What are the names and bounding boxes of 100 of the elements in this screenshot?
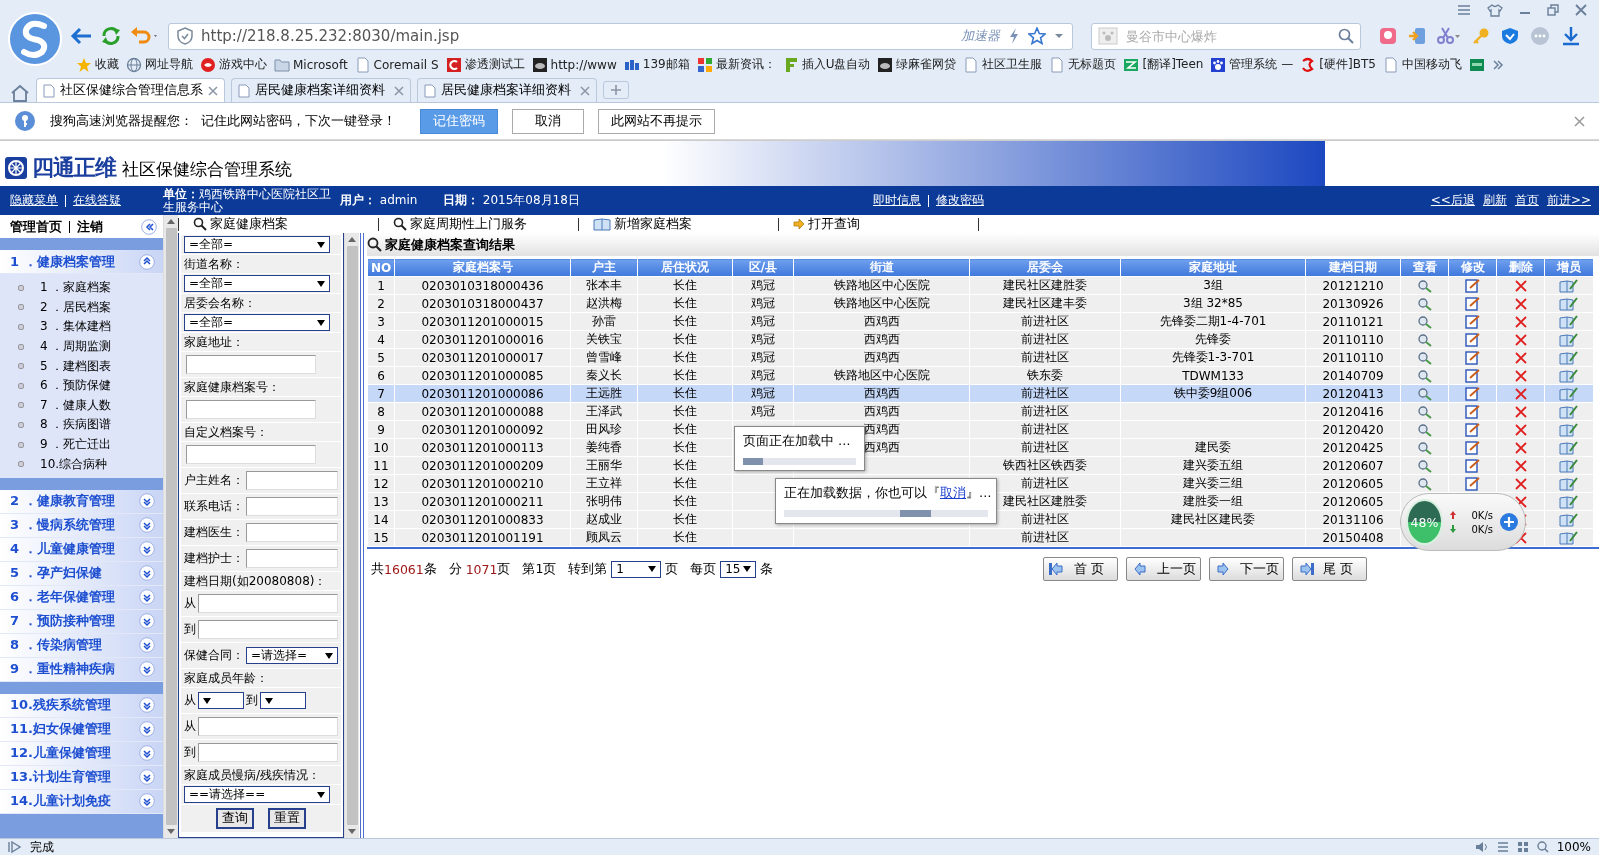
- pager-button[interactable]: 尾 页: [1292, 557, 1367, 581]
- column-header: 家庭档案号: [394, 258, 571, 277]
- bookmark-link[interactable]: 无标题页: [1068, 56, 1117, 73]
- results-title: 家庭健康档案查询结果: [385, 235, 515, 254]
- nav-link[interactable]: 在线答疑: [73, 192, 121, 209]
- column-header: 街道: [793, 258, 970, 277]
- pager-button[interactable]: 首 页: [1043, 557, 1118, 581]
- page-dropdown[interactable]: 1: [611, 560, 662, 578]
- nav-link[interactable]: 隐藏菜单: [10, 192, 58, 209]
- url-text: http://218.8.25.232:8030/main.jsp: [201, 27, 461, 45]
- tab-title: 居民健康档案详细资料: [255, 82, 386, 99]
- menu-section[interactable]: 1 ．健康档案管理: [0, 250, 163, 274]
- bookmark-link[interactable]: 收藏: [95, 56, 119, 73]
- menu-item[interactable]: 6 ．预防保健: [40, 377, 112, 395]
- bookmark-link[interactable]: 管理系统 —: [1229, 56, 1294, 73]
- field-label: 户主姓名：: [184, 472, 244, 489]
- nav-link[interactable]: 首页: [1514, 192, 1539, 209]
- download-rate: 0K/s: [1470, 523, 1493, 535]
- section-title: 1 ．健康档案管理: [10, 252, 115, 271]
- dropdown[interactable]: =请选择=: [246, 647, 338, 664]
- zoom-level[interactable]: 100%: [1556, 840, 1591, 854]
- page-tab[interactable]: 家庭健康档案: [210, 215, 288, 233]
- menu-section[interactable]: 3 ．慢病系统管理: [0, 513, 163, 538]
- bookmark-link[interactable]: 网址导航: [145, 56, 193, 73]
- bookmark-link[interactable]: Microsoft: [293, 57, 348, 72]
- menu-section[interactable]: 10.残疾系统管理: [0, 693, 163, 718]
- bookmark-link[interactable]: Coremail S: [373, 57, 439, 72]
- menu-section[interactable]: 11.妇女保健管理: [0, 717, 163, 742]
- menu-item[interactable]: 2 ．居民档案: [40, 298, 112, 316]
- menu-section[interactable]: 2 ．健康教育管理: [0, 489, 163, 514]
- bookmark-link[interactable]: 社区卫生服: [982, 56, 1043, 73]
- menu-item[interactable]: 1 ．家庭档案: [40, 279, 112, 297]
- menu-item[interactable]: 4 ．周期监测: [40, 338, 112, 356]
- menu-section[interactable]: 8 ．传染病管理: [0, 633, 163, 658]
- nav-link[interactable]: 前进>>: [1546, 192, 1591, 209]
- menu-item[interactable]: 7 ．健康人数: [40, 396, 112, 414]
- bookmark-link[interactable]: 插入U盘自动: [801, 56, 871, 73]
- form-button[interactable]: 重置: [268, 808, 306, 829]
- nav-link[interactable]: <<后退: [1430, 192, 1475, 209]
- bookmark-link[interactable]: http://www: [550, 57, 617, 72]
- field-label: 家庭成员年龄：: [184, 669, 268, 687]
- pager-text: 条: [759, 560, 774, 578]
- menu-item[interactable]: 5 ．建档图表: [40, 357, 112, 375]
- bookmark-link[interactable]: 渗透测试工: [464, 56, 525, 73]
- bookmark-link[interactable]: [翻译]Teen: [1142, 56, 1204, 73]
- menu-section[interactable]: 13.计划生育管理: [0, 765, 163, 790]
- prompt-button[interactable]: 此网站不再提示: [597, 108, 715, 134]
- bookmark-link[interactable]: 绿麻雀网贷: [896, 56, 957, 73]
- browser-tab[interactable]: 居民健康档案详细资料: [417, 78, 597, 102]
- prompt-button[interactable]: 取消: [511, 108, 584, 134]
- home-link[interactable]: 管理首页: [10, 217, 62, 236]
- bookmark-link[interactable]: 中国移动飞: [1401, 56, 1462, 73]
- nav-link[interactable]: 即时信息: [873, 192, 921, 209]
- menu-section[interactable]: 7 ．预防接种管理: [0, 609, 163, 634]
- tab-title: 居民健康档案详细资料: [441, 82, 572, 99]
- menu-item[interactable]: 10.综合病种: [40, 455, 108, 473]
- page-tab[interactable]: 新增家庭档案: [614, 215, 692, 233]
- form-button[interactable]: 查询: [216, 808, 254, 829]
- field-label: 从: [184, 718, 196, 735]
- section-title: 3 ．慢病系统管理: [10, 516, 115, 535]
- brand-name: 四通正维: [32, 156, 116, 180]
- bookmark-link[interactable]: 游戏中心: [219, 56, 267, 73]
- browser-tab[interactable]: 社区保健综合管理信息系: [36, 78, 225, 102]
- bookmark-link[interactable]: [硬件]BT5: [1319, 56, 1376, 73]
- menu-section[interactable]: 14.儿童计划免疫: [0, 789, 163, 814]
- logout-link[interactable]: 注销: [77, 217, 103, 236]
- field-label: 家庭成员慢病/残疾情况：: [184, 766, 321, 784]
- menu-section[interactable]: 9 ．重性精神疾病: [0, 657, 163, 682]
- bookmark-link[interactable]: 139邮箱: [642, 56, 690, 73]
- network-meter-tooltip[interactable]: 48% 0K/s 0K/s: [1400, 493, 1526, 551]
- browser-tab[interactable]: 居民健康档案详细资料: [231, 78, 411, 102]
- dropdown[interactable]: =全部=: [184, 314, 330, 331]
- field-label: 到: [184, 621, 196, 638]
- page-tab[interactable]: 家庭周期性上门服务: [410, 215, 527, 233]
- page-tab[interactable]: 打开查询: [808, 215, 860, 233]
- dropdown[interactable]: =全部=: [184, 275, 330, 292]
- column-header: 修改: [1448, 258, 1497, 277]
- section-title: 14.儿童计划免疫: [10, 792, 112, 811]
- dropdown[interactable]: ==请选择==: [184, 786, 330, 803]
- nav-link[interactable]: 刷新: [1482, 192, 1507, 209]
- pager-button[interactable]: 下一页: [1209, 557, 1284, 581]
- field-label: 居委会名称：: [184, 294, 256, 312]
- menu-item[interactable]: 9 ．死亡迁出: [40, 436, 112, 454]
- unit-info: 单位：鸡西铁路中心医院社区卫生服务中心: [163, 187, 332, 214]
- page-dropdown[interactable]: 15: [720, 560, 757, 578]
- menu-item[interactable]: 3 ．集体建档: [40, 318, 112, 336]
- pager-text: 页 每页: [664, 560, 718, 578]
- menu-section[interactable]: 4 ．儿童健康管理: [0, 537, 163, 562]
- address-bar[interactable]: http://218.8.25.232:8030/main.jsp 加速器: [168, 22, 1073, 50]
- menu-section[interactable]: 5 ．孕产妇保健: [0, 561, 163, 586]
- menu-section[interactable]: 12.儿童保健管理: [0, 741, 163, 766]
- pager-button[interactable]: 上一页: [1126, 557, 1201, 581]
- bookmark-link[interactable]: 最新资讯：: [715, 56, 776, 73]
- search-bar[interactable]: 曼谷市中心爆炸: [1091, 22, 1361, 50]
- menu-item[interactable]: 8 ．疾病图谱: [40, 416, 112, 434]
- nav-link[interactable]: 修改密码: [936, 192, 984, 209]
- dropdown[interactable]: =全部=: [184, 236, 330, 253]
- section-title: 13.计划生育管理: [10, 768, 112, 787]
- cancel-link[interactable]: 取消: [940, 485, 966, 500]
- menu-section[interactable]: 6 ．老年保健管理: [0, 585, 163, 610]
